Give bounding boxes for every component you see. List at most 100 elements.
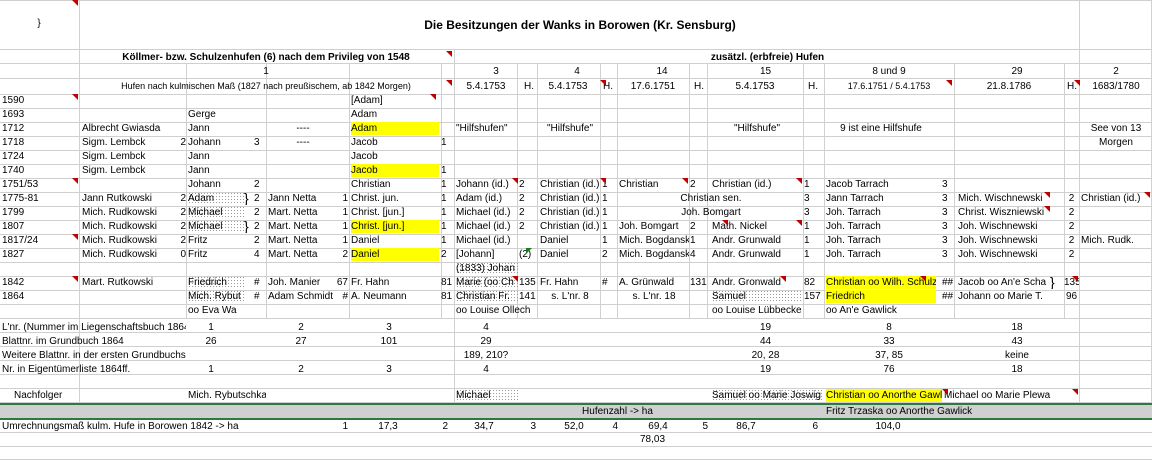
footer-value: 33 bbox=[883, 336, 895, 347]
count-col1: 2 bbox=[180, 137, 186, 148]
count-col10 bbox=[1064, 108, 1079, 121]
year-label: 1724 bbox=[2, 151, 25, 162]
owner-col1 bbox=[82, 94, 176, 107]
owner-col3 bbox=[268, 94, 338, 107]
owner-col7: Christian bbox=[619, 179, 659, 190]
owner-col2: Johann bbox=[188, 179, 221, 190]
count-col3: 1 bbox=[342, 221, 348, 232]
corner-cell: } bbox=[37, 18, 41, 29]
owner-col5: Johann (id.) bbox=[456, 179, 509, 190]
count-col2: # bbox=[254, 277, 260, 288]
count-col10: 2 bbox=[1068, 235, 1075, 246]
comment-marker[interactable] bbox=[1044, 192, 1050, 198]
comment-marker[interactable] bbox=[72, 0, 78, 6]
footer-value: 1 bbox=[208, 364, 214, 375]
owner-col4: [Adam] bbox=[351, 95, 383, 106]
comment-marker[interactable] bbox=[1072, 276, 1078, 282]
count-col9: ## bbox=[942, 277, 954, 288]
comment-marker[interactable] bbox=[946, 80, 952, 86]
comment-marker[interactable] bbox=[72, 94, 78, 100]
count-col6 bbox=[602, 150, 616, 163]
year-label: 1827 bbox=[2, 249, 25, 260]
nachfolger-label: Nachfolger bbox=[14, 390, 63, 401]
owner-col3 bbox=[268, 178, 338, 191]
footer-value: 29 bbox=[480, 336, 492, 347]
owner-col6: Daniel bbox=[540, 249, 569, 260]
comment-marker[interactable] bbox=[1044, 206, 1050, 212]
comment-marker[interactable] bbox=[1144, 192, 1150, 198]
footer-value: 101 bbox=[380, 336, 398, 347]
conversion-value: 2 bbox=[442, 421, 448, 432]
count-col4: 1 bbox=[441, 179, 447, 190]
footer-value: 8 bbox=[886, 322, 892, 333]
comment-marker[interactable] bbox=[446, 80, 452, 86]
comment-marker[interactable] bbox=[512, 276, 518, 282]
nachfolger-29: Michael oo Marie Plewa bbox=[944, 390, 1051, 401]
comment-marker[interactable] bbox=[1072, 389, 1078, 395]
comment-marker[interactable] bbox=[512, 178, 518, 184]
comment-marker[interactable] bbox=[72, 276, 78, 282]
count-col6 bbox=[602, 122, 616, 135]
footer-value: 26 bbox=[205, 336, 217, 347]
count-col8 bbox=[804, 94, 823, 107]
comment-marker[interactable] bbox=[72, 234, 78, 240]
footer-value bbox=[266, 349, 336, 362]
hufe-8-9: 8 und 9 bbox=[872, 66, 906, 77]
owner-col9 bbox=[826, 150, 936, 163]
owner-col6: Christian (id.) bbox=[540, 221, 600, 232]
count-col4 bbox=[441, 94, 453, 107]
comment-marker[interactable] bbox=[942, 389, 948, 395]
owner-col3: Mart. Netta bbox=[268, 221, 318, 232]
comment-marker[interactable] bbox=[682, 178, 688, 184]
count-col1: 2 bbox=[180, 221, 186, 232]
column-divider bbox=[617, 63, 618, 318]
footer-value bbox=[188, 349, 234, 362]
count-col4: 1 bbox=[441, 221, 447, 232]
count-col7 bbox=[690, 164, 707, 177]
comment-marker[interactable] bbox=[796, 220, 802, 226]
count-col7 bbox=[690, 122, 707, 135]
owner-col1 bbox=[82, 108, 176, 121]
count-col1 bbox=[176, 164, 186, 177]
count-col2: # bbox=[254, 291, 260, 302]
owner-col4: Christ. [jun.] bbox=[351, 207, 405, 218]
count-col3: 1 bbox=[342, 235, 348, 246]
count-col3 bbox=[336, 122, 348, 135]
owner-col1: Sigm. Lembck bbox=[82, 151, 146, 162]
owner-col3: ---- bbox=[296, 137, 310, 148]
comment-marker[interactable] bbox=[796, 178, 802, 184]
comment-marker[interactable] bbox=[446, 51, 452, 57]
count-col6: 1 bbox=[602, 221, 608, 232]
year-label: 1751/53 bbox=[2, 179, 39, 190]
owner-col7: A. Grünwald bbox=[619, 277, 675, 288]
count-col10 bbox=[1064, 164, 1079, 177]
comment-marker[interactable] bbox=[920, 276, 926, 282]
owner-col4: Jacob bbox=[351, 137, 378, 148]
hufe-1: 1 bbox=[263, 66, 269, 77]
count-col2 bbox=[254, 150, 264, 163]
footer-value: 27 bbox=[295, 336, 307, 347]
count-col9 bbox=[942, 136, 954, 149]
comment-marker[interactable] bbox=[430, 94, 436, 100]
owner-col3: ---- bbox=[296, 123, 310, 134]
comment-marker[interactable] bbox=[722, 220, 728, 226]
comment-marker[interactable] bbox=[780, 276, 786, 282]
count-col9 bbox=[942, 108, 954, 121]
count-col5 bbox=[519, 150, 537, 163]
comment-marker[interactable] bbox=[1074, 80, 1080, 86]
owner-col5: "Hilfshufen" bbox=[456, 123, 508, 134]
comment-marker[interactable] bbox=[72, 178, 78, 184]
hufe-14: 14 bbox=[656, 66, 668, 77]
h-unit: H. bbox=[524, 81, 534, 92]
owner-col9 bbox=[826, 108, 936, 121]
owner-col9: Joh. Tarrach bbox=[826, 235, 881, 246]
owner-col9 bbox=[826, 136, 936, 149]
count-col3: # bbox=[342, 291, 348, 302]
owner-col6: Christian (id.) bbox=[540, 193, 600, 204]
comment-marker[interactable] bbox=[600, 178, 606, 184]
footer-value: 76 bbox=[883, 364, 895, 375]
owner-col3: Mart. Netta bbox=[268, 249, 318, 260]
count-col4: 2 bbox=[441, 249, 447, 260]
owner-col5 bbox=[456, 94, 518, 107]
comment-marker[interactable] bbox=[600, 80, 606, 86]
